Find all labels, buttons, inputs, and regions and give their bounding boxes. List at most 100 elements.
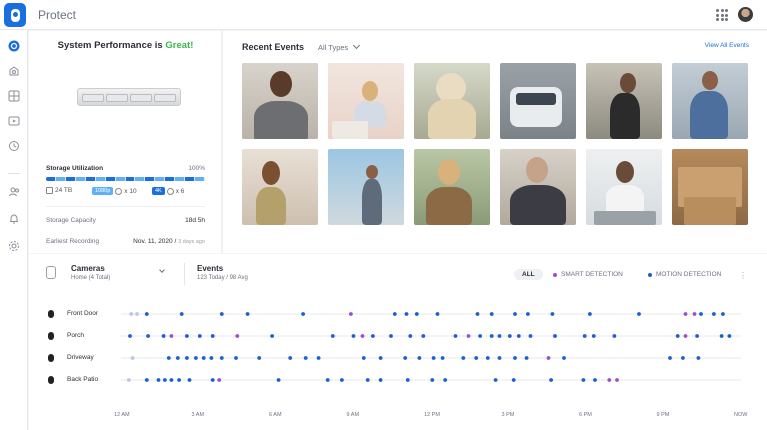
motion-detection-event[interactable] — [365, 378, 370, 382]
liveview-icon[interactable] — [7, 89, 21, 103]
motion-detection-event[interactable] — [169, 378, 174, 382]
motion-detection-event[interactable] — [712, 312, 716, 316]
motion-detection-event[interactable] — [721, 312, 725, 316]
event-type-dropdown[interactable]: All Types — [318, 43, 359, 52]
notifications-icon[interactable] — [7, 212, 21, 226]
motion-detection-event[interactable] — [562, 356, 566, 360]
motion-detection-event[interactable] — [340, 378, 344, 382]
motion-detection-event[interactable] — [719, 334, 724, 338]
motion-detection-event[interactable] — [161, 334, 166, 338]
motion-detection-event[interactable] — [430, 378, 435, 382]
event-thumbnail[interactable] — [586, 149, 662, 225]
smart-detection-event[interactable] — [683, 334, 688, 338]
event-thumbnail[interactable] — [672, 149, 748, 225]
motion-detection-event[interactable] — [408, 334, 413, 338]
motion-detection-event[interactable] — [474, 356, 479, 360]
motion-detection-event[interactable] — [475, 312, 480, 316]
motion-detection-event[interactable] — [194, 356, 198, 360]
motion-detection-event[interactable] — [497, 334, 502, 338]
motion-detection-event[interactable] — [516, 334, 521, 338]
app-grid-icon[interactable] — [716, 9, 728, 21]
smart-detection-event[interactable] — [607, 378, 612, 382]
motion-detection-event[interactable] — [513, 356, 517, 360]
event-thumbnail[interactable] — [586, 63, 662, 139]
motion-detection-event[interactable] — [144, 378, 149, 382]
motion-detection-event[interactable] — [727, 334, 732, 338]
event-thumbnail[interactable] — [414, 149, 490, 225]
smart-detection-event[interactable] — [692, 312, 697, 316]
motion-detection-event[interactable] — [405, 378, 410, 382]
motion-detection-event[interactable] — [187, 378, 192, 382]
motion-detection-event[interactable] — [588, 312, 592, 316]
motion-detection-event[interactable] — [421, 334, 426, 338]
user-avatar[interactable] — [738, 7, 753, 22]
motion-detection-event[interactable] — [668, 356, 672, 360]
motion-detection-event[interactable] — [681, 356, 685, 360]
motion-detection-event[interactable] — [524, 356, 529, 360]
motion-detection-event[interactable] — [129, 312, 134, 316]
motion-detection-event[interactable] — [146, 334, 150, 338]
smart-detection-event[interactable] — [683, 312, 688, 316]
motion-detection-event[interactable] — [392, 312, 397, 316]
motion-detection-event[interactable] — [126, 378, 131, 382]
motion-detection-event[interactable] — [209, 356, 214, 360]
motion-detection-event[interactable] — [593, 378, 597, 382]
motion-detection-event[interactable] — [378, 378, 383, 382]
motion-detection-event[interactable] — [497, 356, 502, 360]
event-thumbnail[interactable] — [500, 63, 576, 139]
devices-icon[interactable] — [7, 64, 21, 78]
motion-detection-event[interactable] — [130, 356, 135, 360]
smart-detection-event[interactable] — [349, 312, 353, 316]
motion-detection-event[interactable] — [303, 356, 308, 360]
smart-detection-event[interactable] — [466, 334, 471, 338]
motion-detection-event[interactable] — [443, 378, 448, 382]
motion-detection-event[interactable] — [493, 378, 498, 382]
event-thumbnail[interactable] — [500, 149, 576, 225]
motion-detection-event[interactable] — [179, 312, 184, 316]
settings-gear-icon[interactable] — [7, 239, 21, 253]
motion-detection-event[interactable] — [581, 378, 586, 382]
motion-detection-event[interactable] — [166, 356, 171, 360]
timelapse-icon[interactable] — [7, 114, 21, 128]
motion-detection-event[interactable] — [197, 334, 202, 338]
view-all-events-link[interactable]: View All Events — [705, 42, 749, 49]
motion-detection-event[interactable] — [288, 356, 293, 360]
motion-detection-event[interactable] — [417, 356, 422, 360]
motion-detection-event[interactable] — [696, 356, 701, 360]
motion-detection-event[interactable] — [201, 356, 206, 360]
motion-detection-event[interactable] — [257, 356, 262, 360]
motion-detection-event[interactable] — [431, 356, 436, 360]
motion-detection-event[interactable] — [435, 312, 440, 316]
motion-detection-event[interactable] — [389, 334, 393, 338]
motion-detection-event[interactable] — [553, 334, 557, 338]
motion-detection-event[interactable] — [210, 334, 215, 338]
motion-detection-event[interactable] — [489, 334, 494, 338]
event-thumbnail[interactable] — [242, 63, 318, 139]
motion-detection-event[interactable] — [177, 378, 182, 382]
motion-detection-event[interactable] — [453, 334, 458, 338]
motion-detection-event[interactable] — [526, 312, 530, 316]
smart-detection-event[interactable] — [546, 356, 551, 360]
motion-detection-event[interactable] — [210, 378, 215, 382]
motion-detection-event[interactable] — [144, 312, 149, 316]
motion-detection-event[interactable] — [485, 356, 490, 360]
motion-detection-event[interactable] — [637, 312, 641, 316]
motion-detection-event[interactable] — [675, 334, 680, 338]
motion-detection-event[interactable] — [163, 378, 167, 382]
motion-detection-event[interactable] — [378, 356, 383, 360]
motion-detection-event[interactable] — [316, 356, 321, 360]
motion-detection-event[interactable] — [695, 334, 699, 338]
motion-detection-event[interactable] — [507, 334, 512, 338]
motion-detection-event[interactable] — [582, 334, 587, 338]
smart-detection-event[interactable] — [615, 378, 619, 382]
motion-detection-event[interactable] — [489, 312, 494, 316]
motion-detection-event[interactable] — [549, 378, 553, 382]
motion-detection-event[interactable] — [612, 334, 617, 338]
motion-detection-event[interactable] — [591, 334, 596, 338]
users-icon[interactable] — [7, 185, 21, 199]
motion-detection-event[interactable] — [511, 378, 516, 382]
motion-detection-event[interactable] — [351, 334, 356, 338]
smart-detection-event[interactable] — [360, 334, 365, 338]
motion-detection-event[interactable] — [175, 356, 180, 360]
motion-detection-event[interactable] — [404, 312, 409, 316]
